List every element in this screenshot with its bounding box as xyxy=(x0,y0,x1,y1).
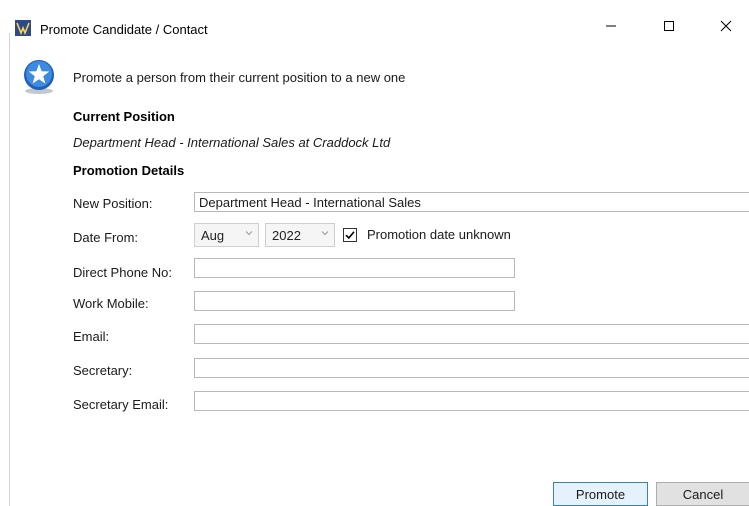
direct-phone-label: Direct Phone No: xyxy=(73,265,172,280)
star-badge-icon xyxy=(22,59,56,95)
window-title: Promote Candidate / Contact xyxy=(40,22,208,37)
month-select-value: Aug xyxy=(201,228,225,243)
work-mobile-input[interactable] xyxy=(194,291,515,311)
promotion-date-unknown-checkbox[interactable] xyxy=(343,228,357,242)
secretary-email-input[interactable] xyxy=(194,391,749,411)
new-position-input[interactable]: Department Head - International Sales xyxy=(194,192,749,212)
intro-text: Promote a person from their current posi… xyxy=(73,70,406,85)
maximize-button[interactable] xyxy=(646,14,692,38)
current-position-value: Department Head - International Sales at… xyxy=(73,135,391,150)
title-bar[interactable]: Promote Candidate / Contact xyxy=(0,0,749,37)
secretary-email-label: Secretary Email: xyxy=(73,397,169,412)
current-position-heading: Current Position xyxy=(73,109,175,124)
email-label: Email: xyxy=(73,329,110,344)
chevron-down-icon xyxy=(245,229,253,240)
promotion-details-heading: Promotion Details xyxy=(73,163,185,178)
promote-dialog: Promote Candidate / Contact Promote a pe… xyxy=(0,0,749,506)
work-mobile-label: Work Mobile: xyxy=(73,296,149,311)
new-position-label: New Position: xyxy=(73,196,153,211)
secretary-label: Secretary: xyxy=(73,363,133,378)
year-select[interactable]: 2022 xyxy=(265,223,335,247)
app-icon xyxy=(15,20,31,36)
date-from-label: Date From: xyxy=(73,230,139,245)
close-button[interactable] xyxy=(703,14,749,38)
minimize-button[interactable] xyxy=(588,14,634,38)
cancel-button[interactable]: Cancel xyxy=(656,482,749,506)
promotion-date-unknown-label[interactable]: Promotion date unknown xyxy=(367,227,511,242)
chevron-down-icon xyxy=(321,229,329,240)
month-select[interactable]: Aug xyxy=(194,223,259,247)
secretary-input[interactable] xyxy=(194,358,749,378)
window-border-left xyxy=(9,10,10,506)
email-input[interactable] xyxy=(194,324,749,344)
checkmark-icon xyxy=(345,231,355,240)
direct-phone-input[interactable] xyxy=(194,258,515,278)
promote-button[interactable]: Promote xyxy=(553,482,648,506)
year-select-value: 2022 xyxy=(272,228,301,243)
